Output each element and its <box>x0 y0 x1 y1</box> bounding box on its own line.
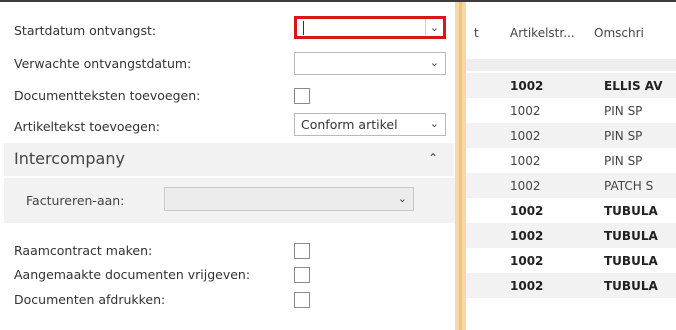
item-number: 1002 <box>510 179 541 193</box>
start-date-dropdown[interactable]: ⌄ <box>294 16 446 39</box>
item-number: 1002 <box>510 204 544 218</box>
table-row[interactable]: 1002 TUBULA <box>466 198 676 223</box>
item-text-dropdown[interactable]: Conform artikel ⌄ <box>294 113 446 136</box>
column-header-item[interactable]: Artikelstr... <box>510 26 575 40</box>
header-separator <box>466 59 676 71</box>
pane-splitter[interactable] <box>455 2 466 330</box>
item-description: PATCH S <box>604 179 654 193</box>
table-row[interactable]: 1002 PIN SP <box>466 98 676 123</box>
item-description: TUBULA <box>604 204 658 218</box>
text-caret <box>303 21 304 35</box>
item-number: 1002 <box>510 129 541 143</box>
item-description: PIN SP <box>604 129 643 143</box>
item-number: 1002 <box>510 279 544 293</box>
invoice-to-row: Factureren-aan: ⌄ <box>4 178 455 223</box>
frame-contract-checkbox[interactable] <box>294 243 310 259</box>
item-number: 1002 <box>510 104 541 118</box>
chevron-down-icon[interactable]: ⌄ <box>398 192 407 205</box>
section-title: Intercompany <box>14 149 125 168</box>
item-description: PIN SP <box>604 154 643 168</box>
table-row[interactable]: 1002 TUBULA <box>466 223 676 248</box>
item-description: TUBULA <box>604 279 658 293</box>
invoice-to-dropdown[interactable]: ⌄ <box>164 187 414 211</box>
item-description: TUBULA <box>604 229 658 243</box>
item-description: PIN SP <box>604 104 643 118</box>
chevron-up-icon[interactable]: ⌃ <box>428 151 438 165</box>
frame-contract-label: Raamcontract maken: <box>14 243 153 258</box>
item-number: 1002 <box>510 254 544 268</box>
print-docs-checkbox[interactable] <box>294 292 310 308</box>
print-docs-label: Documenten afdrukken: <box>14 292 166 307</box>
splitter-line <box>459 2 462 330</box>
invoice-to-label: Factureren-aan: <box>26 193 125 208</box>
item-text-label: Artikeltekst toevoegen: <box>14 119 160 134</box>
item-number: 1002 <box>510 229 544 243</box>
chevron-down-icon[interactable]: ⌄ <box>430 56 439 69</box>
item-number: 1002 <box>510 79 544 93</box>
release-docs-checkbox[interactable] <box>294 267 310 283</box>
item-text-value: Conform artikel <box>301 117 398 132</box>
doc-texts-label: Documentteksten toevoegen: <box>14 88 201 103</box>
item-description: TUBULA <box>604 254 658 268</box>
expected-date-label: Verwachte ontvangstdatum: <box>14 56 192 71</box>
column-header-t[interactable]: t <box>474 26 479 40</box>
table-row[interactable]: 1002 PIN SP <box>466 123 676 148</box>
expected-date-dropdown[interactable]: ⌄ <box>294 52 446 75</box>
release-docs-label: Aangemaakte documenten vrijgeven: <box>14 267 251 282</box>
table-row[interactable]: 1002 TUBULA <box>466 248 676 273</box>
start-date-label: Startdatum ontvangst: <box>14 23 157 38</box>
item-lines-grid: t Artikelstr... Omschri 1002 ELLIS AV 10… <box>466 2 676 330</box>
chevron-down-icon[interactable]: ⌄ <box>430 117 439 130</box>
table-row[interactable]: 1002 PATCH S <box>466 173 676 198</box>
doc-texts-checkbox[interactable] <box>294 88 310 104</box>
table-row[interactable]: 1002 PIN SP <box>466 148 676 173</box>
item-description: ELLIS AV <box>604 79 663 93</box>
item-number: 1002 <box>510 154 541 168</box>
table-row[interactable]: 1002 TUBULA <box>466 273 676 298</box>
column-header-description[interactable]: Omschri <box>594 26 644 40</box>
chevron-down-icon[interactable]: ⌄ <box>425 19 443 36</box>
table-row[interactable]: 1002 ELLIS AV <box>466 73 676 98</box>
intercompany-section-header[interactable]: Intercompany ⌃ <box>4 143 454 176</box>
